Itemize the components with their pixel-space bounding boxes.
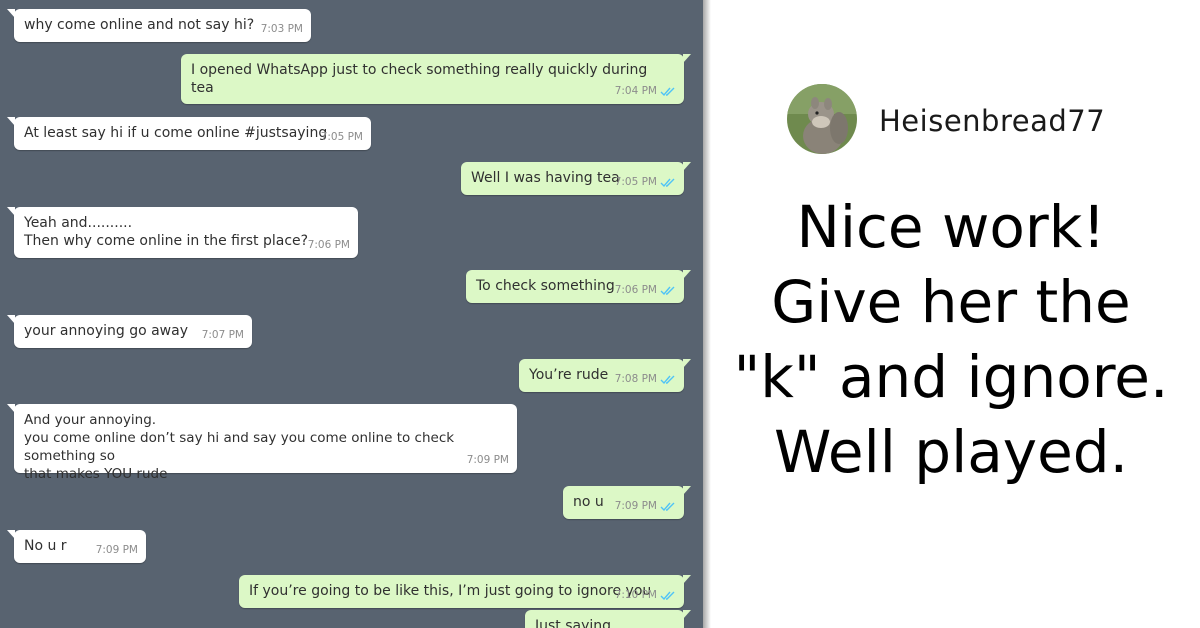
comment-card: Heisenbread77 Nice work! Give her the "k… (711, 0, 1200, 628)
double-check-icon (660, 502, 675, 511)
message-text: At least say hi if u come online #justsa… (24, 125, 328, 141)
message-outgoing: Just saying (525, 610, 691, 628)
message-text: I opened WhatsApp just to check somethin… (191, 62, 648, 96)
message-incoming: Yeah and.......... Then why come online … (7, 207, 358, 258)
message-outgoing: If you’re going to be like this, I’m jus… (239, 575, 691, 608)
message-incoming: why come online and not say hi? 7:03 PM (7, 9, 311, 42)
message-time: 7:07 PM (201, 329, 244, 341)
message-incoming: At least say hi if u come online #justsa… (7, 117, 371, 150)
message-time: 7:09 PM (466, 454, 509, 466)
message-time: 7:08 PM (614, 373, 657, 385)
message-time: 7:09 PM (95, 544, 138, 556)
message-time: 7:09 PM (614, 500, 657, 512)
double-check-icon (660, 375, 675, 384)
message-outgoing: no u 7:09 PM (563, 486, 691, 519)
double-check-icon (660, 286, 675, 295)
comment-text: Nice work! Give her the "k" and ignore. … (733, 193, 1169, 486)
double-check-icon (660, 87, 675, 96)
message-time: 7:03 PM (260, 23, 303, 35)
double-check-icon (660, 178, 675, 187)
message-incoming: No u r 7:09 PM (7, 530, 146, 563)
message-text: Just saying (535, 618, 612, 628)
double-check-icon (660, 591, 675, 600)
message-outgoing: You’re rude 7:08 PM (519, 359, 691, 392)
message-time: 7:04 PM (614, 85, 657, 97)
message-time: 7:06 PM (307, 239, 350, 251)
chat-screenshot: why come online and not say hi? 7:03 PM … (0, 0, 703, 628)
message-text: And your annoying. you come online don’t… (24, 412, 455, 482)
message-outgoing: Well I was having tea 7:05 PM (461, 162, 691, 195)
message-text: If you’re going to be like this, I’m jus… (249, 583, 652, 599)
panel-shadow (703, 0, 711, 628)
message-time: 7:05 PM (320, 131, 363, 143)
message-time: 7:06 PM (614, 284, 657, 296)
message-text: Yeah and.......... Then why come online … (24, 215, 309, 249)
message-outgoing: To check something 7:06 PM (466, 270, 691, 303)
message-incoming: your annoying go away 7:07 PM (7, 315, 252, 348)
username: Heisenbread77 (879, 104, 1106, 138)
message-incoming: And your annoying. you come online don’t… (7, 404, 517, 482)
message-time: 7:05 PM (614, 176, 657, 188)
squirrel-avatar-icon (787, 84, 857, 154)
message-time: 7:10 PM (614, 589, 657, 601)
message-text: why come online and not say hi? (24, 17, 255, 33)
message-outgoing: I opened WhatsApp just to check somethin… (181, 54, 691, 104)
